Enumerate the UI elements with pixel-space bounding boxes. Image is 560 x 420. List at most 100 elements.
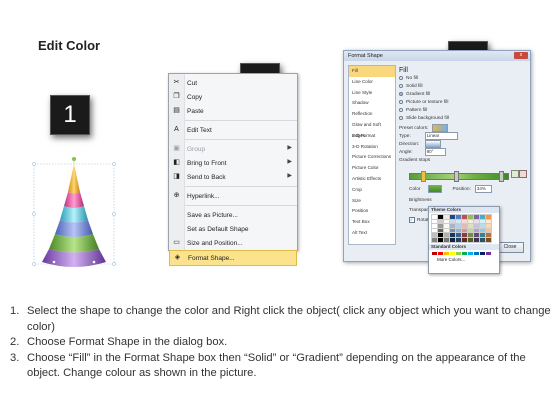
color-swatch[interactable] (461, 237, 468, 243)
color-swatch[interactable] (449, 232, 456, 238)
color-swatch[interactable] (443, 223, 450, 229)
color-swatch[interactable] (432, 251, 437, 256)
menu-item-group[interactable]: ▣ Group ▶ (169, 142, 297, 156)
direction-dropdown[interactable] (425, 140, 442, 148)
add-stop-icon[interactable] (511, 170, 519, 178)
color-swatch[interactable] (474, 251, 479, 256)
color-swatch[interactable] (431, 232, 438, 238)
gradient-stop-handle[interactable] (499, 171, 504, 182)
color-swatch[interactable] (456, 251, 461, 256)
color-swatch[interactable] (449, 227, 456, 234)
color-swatch[interactable] (431, 218, 438, 225)
color-swatch[interactable] (443, 214, 450, 220)
color-swatch[interactable] (443, 218, 450, 225)
color-swatch[interactable] (485, 227, 492, 234)
menu-item-paste[interactable]: ▤ Paste (169, 104, 297, 118)
color-swatch[interactable] (473, 214, 480, 220)
color-swatch[interactable] (437, 214, 444, 220)
color-swatch[interactable] (449, 223, 456, 229)
color-swatch[interactable] (473, 218, 480, 225)
color-swatch[interactable] (486, 251, 491, 256)
nav-item-glow[interactable]: Glow and Soft Edges (349, 120, 395, 138)
nav-item-fill[interactable]: Fill (349, 66, 395, 77)
option-picture-fill[interactable]: Picture or texture fill (399, 98, 525, 106)
nav-item-artistic-effects[interactable]: Artistic Effects (349, 174, 395, 185)
nav-item-crop[interactable]: Crop (349, 185, 395, 196)
color-swatch[interactable] (479, 218, 486, 225)
color-swatch[interactable] (443, 227, 450, 234)
more-colors-item[interactable]: More Colors... (429, 257, 499, 262)
menu-item-size-position[interactable]: ▭ Size and Position... (169, 236, 297, 250)
color-swatch[interactable] (450, 251, 455, 256)
color-swatch[interactable] (485, 214, 492, 220)
color-swatch[interactable] (438, 251, 443, 256)
color-swatch[interactable] (455, 237, 462, 243)
color-swatch[interactable] (485, 237, 492, 243)
color-swatch[interactable] (431, 214, 438, 220)
color-swatch[interactable] (467, 214, 474, 220)
menu-item-send-to-back[interactable]: ◨ Send to Back ▶ (169, 170, 297, 184)
color-swatch[interactable] (455, 214, 462, 220)
preset-colors-dropdown[interactable] (432, 124, 449, 132)
color-swatch[interactable] (461, 223, 468, 229)
menu-item-cut[interactable]: ✂ Cut (169, 76, 297, 90)
color-swatch[interactable] (473, 227, 480, 234)
remove-stop-icon[interactable] (519, 170, 527, 178)
position-input[interactable]: 34% (474, 185, 492, 193)
nav-item-line-color[interactable]: Line Color (349, 77, 395, 88)
color-swatch[interactable] (461, 214, 468, 220)
menu-item-set-default-shape[interactable]: Set as Default Shape (169, 222, 297, 236)
menu-item-hyperlink[interactable]: ⊕ Hyperlink... (169, 189, 297, 203)
color-swatch[interactable] (431, 237, 438, 243)
color-swatch[interactable] (462, 251, 467, 256)
color-swatch[interactable] (479, 223, 486, 229)
option-no-fill[interactable]: No fill (399, 74, 525, 82)
nav-item-3d-rotation[interactable]: 3-D Rotation (349, 142, 395, 153)
color-swatch[interactable] (431, 223, 438, 229)
color-swatch[interactable] (443, 232, 450, 238)
color-swatch[interactable] (479, 214, 486, 220)
gradient-stop-handle[interactable] (454, 171, 459, 182)
color-swatch[interactable] (485, 232, 492, 238)
nav-item-picture-corrections[interactable]: Picture Corrections (349, 152, 395, 163)
option-gradient-fill[interactable]: Gradient fill (399, 90, 525, 98)
color-picker-button[interactable] (428, 185, 443, 193)
color-swatch[interactable] (461, 218, 468, 225)
color-swatch[interactable] (443, 237, 450, 243)
color-swatch[interactable] (473, 223, 480, 229)
angle-input[interactable]: 90° (424, 148, 446, 156)
close-icon[interactable]: x (514, 52, 528, 59)
color-swatch[interactable] (485, 223, 492, 229)
nav-item-text-box[interactable]: Text Box (349, 217, 395, 228)
color-swatch[interactable] (467, 218, 474, 225)
color-swatch[interactable] (455, 227, 462, 234)
nav-item-shadow[interactable]: Shadow (349, 98, 395, 109)
nav-item-3d-format[interactable]: 3-D Format (349, 131, 395, 142)
nav-item-picture-color[interactable]: Picture Color (349, 163, 395, 174)
menu-item-save-as-picture[interactable]: Save as Picture... (169, 208, 297, 222)
color-swatch[interactable] (437, 218, 444, 225)
color-swatch[interactable] (480, 251, 485, 256)
color-swatch[interactable] (455, 218, 462, 225)
color-swatch[interactable] (479, 232, 486, 238)
option-slide-background-fill[interactable]: Slide background fill (399, 114, 525, 122)
color-swatch[interactable] (468, 251, 473, 256)
color-swatch[interactable] (449, 214, 456, 220)
type-select[interactable]: Linear (424, 132, 458, 140)
color-swatch[interactable] (473, 237, 480, 243)
color-swatch[interactable] (467, 237, 474, 243)
menu-item-edit-text[interactable]: A Edit Text (169, 123, 297, 137)
color-swatch[interactable] (449, 218, 456, 225)
color-swatch[interactable] (479, 237, 486, 243)
nav-item-line-style[interactable]: Line Style (349, 88, 395, 99)
color-swatch[interactable] (455, 223, 462, 229)
color-swatch[interactable] (437, 237, 444, 243)
menu-item-format-shape[interactable]: ◈ Format Shape... (169, 250, 297, 266)
color-swatch[interactable] (437, 227, 444, 234)
nav-item-reflection[interactable]: Reflection (349, 109, 395, 120)
color-swatch[interactable] (449, 237, 456, 243)
color-swatch[interactable] (467, 223, 474, 229)
nav-item-position[interactable]: Position (349, 206, 395, 217)
layered-cone-shape[interactable] (28, 154, 120, 274)
option-solid-fill[interactable]: Solid fill (399, 82, 525, 90)
